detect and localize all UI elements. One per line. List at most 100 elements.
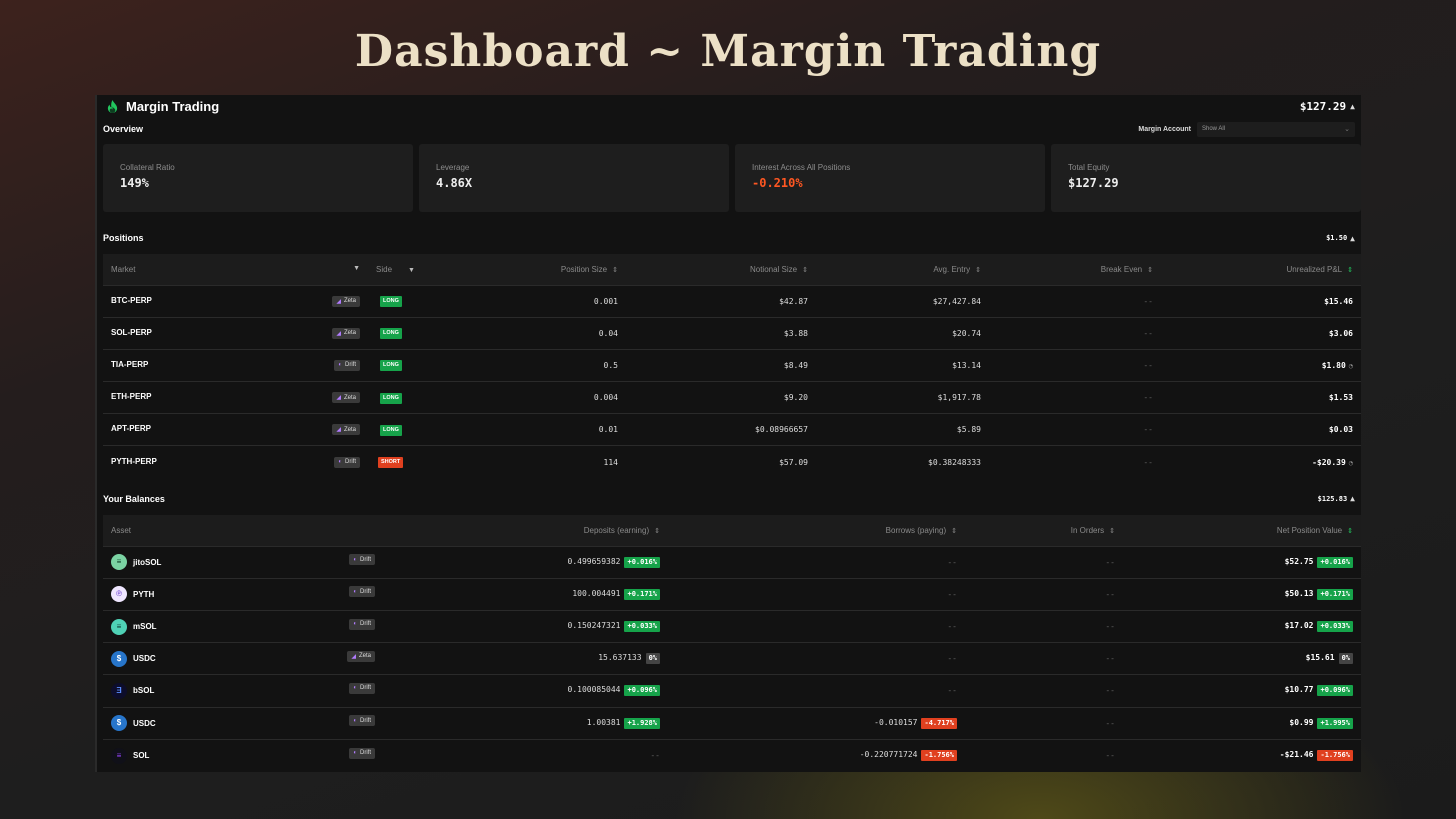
col-in-orders[interactable]: In Orders ⇕ [965, 515, 1123, 547]
table-row[interactable]: SOL-PERP ◢ Zeta LONG 0.04 $3.88 $20.74 -- … [103, 316, 1361, 350]
table-row[interactable]: ƎbSOL ◐ Drift 0.100085044 +0.096% -- -- $10… [103, 674, 1361, 708]
in-orders: -- [965, 674, 1123, 708]
venue-label: Zeta [358, 653, 371, 660]
interest-card: Interest Across All Positions -0.210% [735, 144, 1045, 212]
unrealized-pnl: -$20.39 [1312, 457, 1346, 467]
asset-name: USDC [133, 718, 156, 728]
usdc-icon: $ [111, 650, 127, 667]
col-side-label: Side [376, 264, 393, 274]
asset-name: bSOL [133, 686, 155, 696]
notional-size: $0.08966657 [626, 413, 816, 446]
col-borrows[interactable]: Borrows (paying) ⇕ [668, 515, 965, 547]
borrow-cell: -0.220771724 -1.756% [668, 738, 965, 772]
drift-icon: ◐ [353, 717, 357, 724]
table-row[interactable]: ≡ mSOL ◐ Drift 0.150247321 +0.033% -- -- $17… [103, 609, 1361, 643]
in-orders: -- [965, 577, 1123, 611]
sort-icon: ⇕ [612, 266, 618, 274]
sort-icon: ⇕ [951, 527, 957, 535]
col-position-size[interactable]: Position Size ⇕ [444, 254, 626, 285]
chevron-up-icon: ▲ [1350, 233, 1355, 243]
col-deposits[interactable]: Deposits (earning) ⇕ [383, 515, 668, 547]
table-row[interactable]: $ USDC ◐ Drift 1.00381 +1.928% -0.010157 -4.7… [103, 706, 1361, 740]
unrealized-pnl: $0.03 [1161, 413, 1361, 446]
account-total-toggle[interactable]: $127.29 ▲ [1300, 100, 1355, 113]
pie-chart-icon[interactable]: ◔ [1349, 362, 1353, 370]
card-label: Interest Across All Positions [752, 163, 851, 172]
break-even: -- [989, 316, 1161, 350]
market-name: SOL-PERP [111, 327, 152, 337]
margin-account-value: Show All [1202, 126, 1226, 132]
filter-icon[interactable]: ▼ [408, 267, 415, 274]
table-row[interactable]: ≡ jitoSOL ◐ Drift 0.499659382 +0.016% -- -- … [103, 545, 1361, 579]
table-row[interactable]: $ USDC ◢ Zeta 15.637133 0% -- -- $15.61 0% [103, 642, 1361, 675]
net-value: $0.99 [1289, 717, 1314, 727]
balances-header[interactable]: Your Balances $125.83 ▲ [97, 478, 1361, 515]
venue-badge: ◢ Zeta [332, 327, 360, 339]
positions-title: Positions [103, 233, 144, 243]
venue-badge: ◐ Drift [349, 554, 375, 566]
net-cell: $52.75 +0.016% [1123, 545, 1361, 579]
drift-icon: ◐ [353, 556, 357, 563]
drift-icon: ◐ [338, 459, 342, 466]
venue-badge: ◐ Drift [334, 456, 360, 468]
drift-icon: ◐ [338, 362, 342, 369]
table-row[interactable]: ETH-PERP ◢ Zeta LONG 0.004 $9.20 $1,917.78… [103, 381, 1361, 414]
market-name: ETH-PERP [111, 392, 152, 402]
col-market[interactable]: Market ▼ [103, 254, 368, 285]
col-deposits-label: Deposits (earning) [583, 525, 650, 535]
margin-account-select[interactable]: Show All ⌄ [1197, 121, 1355, 137]
col-net-label: Net Position Value [1276, 525, 1343, 535]
asset-name: PYTH [133, 589, 155, 599]
net-rate: +0.033% [1317, 621, 1353, 633]
col-asset[interactable]: Asset [103, 515, 383, 547]
sort-active-icon: ⇕ [1347, 266, 1353, 274]
usdc-icon: $ [111, 715, 127, 732]
margin-account-filter: Margin Account Show All ⌄ [1138, 121, 1355, 137]
avg-entry: $1,917.78 [816, 381, 989, 414]
zeta-icon: ◢ [336, 395, 341, 402]
col-net-value[interactable]: Net Position Value ⇕ [1123, 515, 1361, 547]
venue-label: Drift [360, 717, 371, 724]
col-unrealized-pnl[interactable]: Unrealized P&L ⇕ [1161, 254, 1361, 285]
pie-chart-icon[interactable]: ◔ [1349, 459, 1353, 467]
table-row[interactable]: BTC-PERP ◢ Zeta LONG 0.001 $42.87 $27,427.… [103, 284, 1361, 318]
balances-total: $125.83 ▲ [1318, 494, 1355, 503]
table-row[interactable]: ℗ PYTH ◐ Drift 100.004491 +0.171% -- -- $50.… [103, 577, 1361, 611]
break-even: -- [989, 413, 1161, 446]
net-cell: $10.77 +0.096% [1123, 674, 1361, 708]
table-row[interactable]: TIA-PERP ◐ Drift LONG 0.5 $8.49 $13.14 -- … [103, 348, 1361, 382]
card-value: 149% [120, 176, 149, 190]
filter-icon[interactable]: ▼ [353, 265, 360, 272]
avg-entry: $20.74 [816, 316, 989, 350]
net-value: $10.77 [1284, 685, 1314, 695]
col-pnl-label: Unrealized P&L [1286, 264, 1343, 274]
net-rate: +0.171% [1317, 588, 1353, 600]
chevron-up-icon: ▲ [1350, 494, 1355, 504]
table-row[interactable]: ≡ SOL ◐ Drift -- -0.220771724 -1.756% -- -$2… [103, 738, 1361, 772]
net-value: $50.13 [1284, 588, 1314, 598]
col-side[interactable]: Side ▼ [368, 254, 444, 285]
positions-header[interactable]: Positions $1.50 ▲ [97, 212, 1361, 254]
col-notional-size[interactable]: Notional Size ⇕ [626, 254, 816, 285]
table-row[interactable]: APT-PERP ◢ Zeta LONG 0.01 $0.08966657 $5.8… [103, 413, 1361, 446]
flame-logo-icon [107, 99, 118, 113]
drift-icon: ◐ [353, 621, 357, 628]
col-break-even[interactable]: Break Even ⇕ [989, 254, 1161, 285]
venue-badge: ◢ Zeta [347, 650, 375, 662]
borrow-amount: -0.220771724 [859, 750, 918, 760]
net-cell: $15.61 0% [1123, 642, 1361, 675]
drift-icon: ◐ [353, 588, 357, 595]
position-size: 0.01 [444, 413, 626, 446]
deposit-rate: +0.171% [624, 588, 660, 600]
card-value: 4.86X [436, 176, 473, 190]
deposit-rate: +0.096% [624, 685, 660, 697]
deposit-amount: 0.100085044 [567, 685, 621, 695]
net-rate: 0% [1338, 653, 1353, 665]
col-avg-entry[interactable]: Avg. Entry ⇕ [816, 254, 989, 285]
balances-total-value: $125.83 [1317, 494, 1348, 503]
drift-icon: ◐ [353, 750, 357, 757]
borrow-amount: -- [668, 609, 965, 643]
table-row[interactable]: PYTH-PERP ◐ Drift SHORT 114 $57.09 $0.3824… [103, 445, 1361, 479]
in-orders: -- [965, 609, 1123, 643]
venue-badge: ◢ Zeta [332, 392, 360, 404]
